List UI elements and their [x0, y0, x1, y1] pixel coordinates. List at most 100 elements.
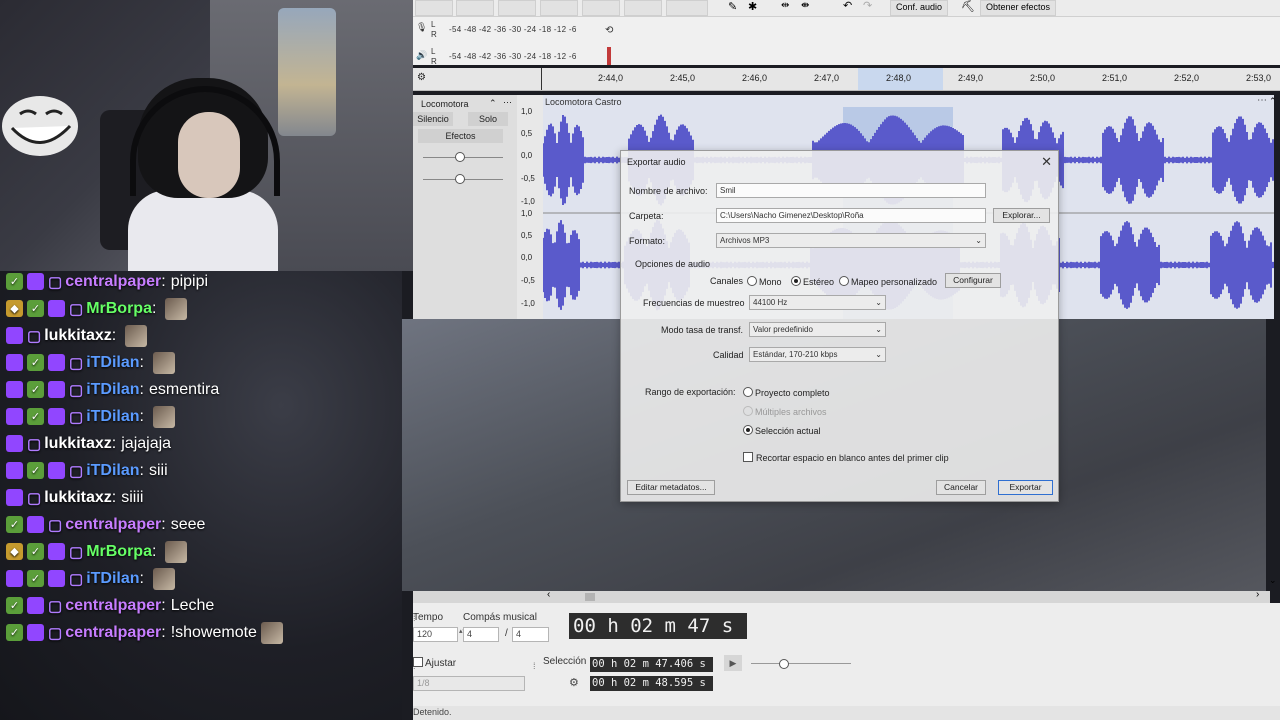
configure-button[interactable]: Configurar	[945, 273, 1001, 288]
chat-username[interactable]: centralpaper	[65, 273, 161, 291]
chat-username[interactable]: lukkitaxz	[44, 435, 112, 453]
chat-username[interactable]: lukkitaxz	[44, 489, 112, 507]
time-signature-denominator[interactable]: 4	[512, 627, 549, 642]
play-at-speed-button[interactable]: ▶	[724, 655, 742, 671]
quality-value: Estándar, 170-210 kbps	[753, 350, 838, 359]
toolbar-button[interactable]	[415, 0, 453, 16]
mono-radio[interactable]: Mono	[747, 276, 782, 287]
get-effects-button[interactable]: Obtener efectos	[980, 0, 1057, 16]
export-audio-dialog: Exportar audio ✕ Nombre de archivo: Smil…	[620, 150, 1059, 502]
browse-button[interactable]: Explorar...	[993, 208, 1050, 223]
current-selection-radio[interactable]: Selección actual	[743, 425, 821, 436]
chat-username[interactable]: centralpaper	[65, 624, 161, 642]
scroll-thumb[interactable]	[585, 593, 595, 601]
trim-checkbox[interactable]: Recortar espacio en blanco antes del pri…	[743, 452, 949, 463]
silence-icon[interactable]: ⇼	[801, 0, 809, 11]
gain-slider[interactable]	[455, 152, 465, 162]
twitch-icon: ▢	[27, 327, 42, 345]
collapse-icon[interactable]: ⌃	[489, 98, 497, 109]
edit-metadata-button[interactable]: Editar metadatos...	[627, 480, 715, 495]
selection-settings-icon[interactable]: ⚙	[569, 676, 579, 689]
custom-mapping-radio[interactable]: Mapeo personalizado	[839, 276, 937, 287]
chat-username[interactable]: iTDilan	[86, 462, 139, 480]
status-text: Detenido.	[413, 707, 452, 717]
folder-input[interactable]: C:\Users\Nacho Gimenez\Desktop\Roña	[716, 208, 986, 223]
multi-tool-icon[interactable]: ✱	[748, 0, 757, 13]
chat-username[interactable]: iTDilan	[86, 354, 139, 372]
toolbar-button[interactable]	[498, 0, 536, 16]
radio-selected-icon	[791, 276, 801, 286]
sub-badge-icon	[6, 381, 23, 398]
filename-input[interactable]: Smil	[716, 183, 986, 198]
chat-username[interactable]: MrBorpa	[86, 543, 152, 561]
chat-username[interactable]: iTDilan	[86, 381, 139, 399]
format-select[interactable]: Archivos MP3 ⌄	[716, 233, 986, 248]
entire-project-radio[interactable]: Proyecto completo	[743, 387, 830, 398]
track-menu-icon[interactable]: ⋯	[503, 97, 512, 108]
toolbar-button[interactable]	[624, 0, 662, 16]
cancel-button[interactable]: Cancelar	[936, 480, 986, 495]
timeline-ruler[interactable]: ⚙ 2:44,0 2:45,0 2:46,0 2:47,0 2:48,0 2:49,0 2:…	[413, 68, 1280, 91]
sub-badge-icon	[48, 543, 65, 560]
bitrate-mode-select[interactable]: Valor predefinido ⌄	[749, 322, 886, 337]
bits-badge-icon: ◆	[6, 543, 23, 560]
audio-setup-button[interactable]: Conf. audio	[890, 0, 949, 16]
undo-icon[interactable]: ↶	[843, 0, 852, 12]
redo-icon[interactable]: ↷	[863, 0, 872, 12]
sub-badge-icon	[6, 408, 23, 425]
close-icon[interactable]: ✕	[1041, 154, 1052, 170]
toolbar-button[interactable]	[666, 0, 708, 16]
stereo-radio[interactable]: Estéreo	[791, 276, 834, 287]
pan-slider[interactable]	[455, 174, 465, 184]
radio-icon	[839, 276, 849, 286]
chat-username[interactable]: lukkitaxz	[44, 327, 112, 345]
time-signature-numerator[interactable]: 4	[463, 627, 499, 642]
grip-icon[interactable]: ⁞	[533, 661, 536, 671]
time-display[interactable]: 00 h 02 m 47 s	[569, 613, 747, 639]
meter-monitor-icon[interactable]: ⟲	[605, 25, 613, 36]
selection-start[interactable]: 00 h 02 m 47.406 s	[590, 657, 713, 672]
radio-selected-icon	[743, 425, 753, 435]
time-signature-separator: /	[505, 628, 508, 639]
chat-username[interactable]: centralpaper	[65, 597, 161, 615]
quality-select[interactable]: Estándar, 170-210 kbps ⌄	[749, 347, 886, 362]
chat-separator: :	[161, 272, 166, 290]
track-name[interactable]: Locomotora	[421, 99, 469, 109]
chat-username[interactable]: centralpaper	[65, 516, 161, 534]
snap-select[interactable]: 1/8	[413, 676, 525, 691]
clip-menu-icon[interactable]: ⋯	[1257, 95, 1267, 106]
selection-end[interactable]: 00 h 02 m 48.595 s	[590, 676, 713, 691]
toolbar-button[interactable]	[456, 0, 494, 16]
trim-icon[interactable]: ⇹	[781, 0, 789, 11]
ruler-settings-icon[interactable]: ⚙	[417, 72, 426, 83]
scroll-up-icon[interactable]: ⌃	[1269, 96, 1277, 107]
sample-rate-select[interactable]: 44100 Hz ⌄	[749, 295, 886, 310]
effects-button[interactable]: Efectos	[418, 129, 503, 143]
streamer-shirt	[128, 190, 278, 271]
chat-username[interactable]: iTDilan	[86, 408, 139, 426]
solo-button[interactable]: Solo	[468, 112, 508, 126]
draw-tool-icon[interactable]: ✎	[728, 0, 737, 13]
scroll-down-icon[interactable]: ⌄	[1269, 575, 1277, 586]
tempo-input[interactable]: 120	[413, 627, 458, 642]
microphone-icon[interactable]: 🎙	[416, 22, 427, 33]
mute-button[interactable]: Silencio	[413, 112, 453, 126]
play-speed-slider[interactable]	[779, 659, 789, 669]
chat-username[interactable]: iTDilan	[86, 570, 139, 588]
chat-list: ✓ ▢ centralpaper: pipipi ◆ ✓ ▢ MrBorpa: ▢ lukkita…	[6, 268, 404, 646]
scroll-right-icon[interactable]: ›	[1256, 589, 1259, 600]
horizontal-scrollbar[interactable]: ‹ ›	[413, 589, 1270, 603]
toolbar-button[interactable]	[582, 0, 620, 16]
chat-username[interactable]: MrBorpa	[86, 300, 152, 318]
toolbar-button[interactable]	[540, 0, 578, 16]
axis-tick-label: 1,0	[521, 209, 533, 218]
clip-name[interactable]: Locomotora Castro	[545, 97, 622, 107]
chat-text: seee	[170, 515, 206, 533]
bitrate-mode-label: Modo tasa de transf.	[661, 325, 744, 335]
playhead[interactable]	[541, 68, 542, 90]
vip-badge-icon: ✓	[6, 516, 23, 533]
speaker-icon[interactable]: 🔊	[416, 50, 427, 61]
scroll-left-icon[interactable]: ‹	[547, 589, 550, 600]
ruler-tick-label: 2:45,0	[670, 73, 696, 83]
export-button[interactable]: Exportar	[998, 480, 1053, 495]
